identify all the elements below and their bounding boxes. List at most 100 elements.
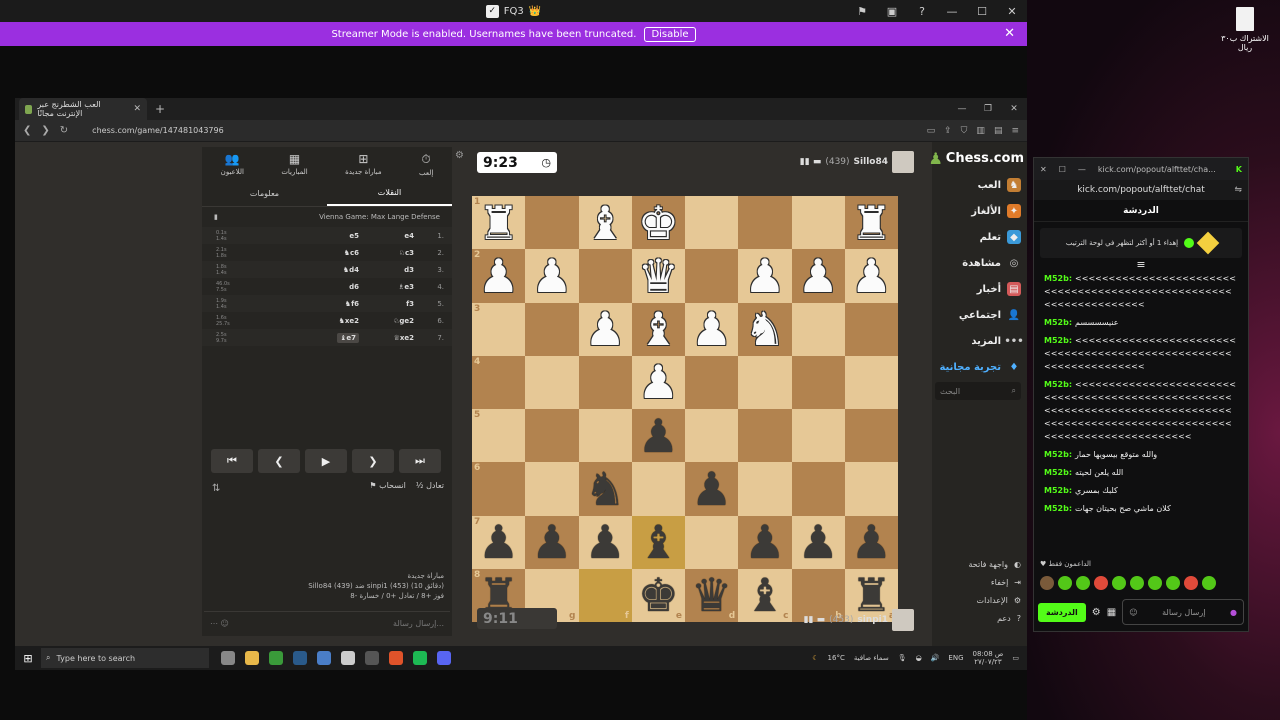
volume-icon[interactable]: 🔊 xyxy=(931,654,940,662)
picture-icon[interactable]: ▣ xyxy=(877,0,907,22)
chat-username[interactable]: M52b: xyxy=(1044,468,1072,477)
draw-button[interactable]: ½ تعادل xyxy=(416,481,444,490)
emoji-icon[interactable]: ☺ xyxy=(1129,608,1137,617)
chat-username[interactable]: M52b: xyxy=(1044,504,1072,513)
white-pawn[interactable]: ♟ xyxy=(744,253,785,299)
white-pawn[interactable]: ♟ xyxy=(531,253,572,299)
white-king[interactable]: ♚ xyxy=(638,200,679,246)
flip-board-icon[interactable]: ⇅ xyxy=(212,483,220,494)
white-queen[interactable]: ♛ xyxy=(638,253,679,299)
board-square[interactable]: 5 xyxy=(472,409,526,463)
top-player[interactable]: ▮▮ ▬ (439) Sillo84 xyxy=(800,151,914,173)
desktop-file[interactable]: الاشتراك ب٣٠ ريال xyxy=(1220,7,1270,52)
app-icon[interactable] xyxy=(317,651,331,665)
chat-username[interactable]: M52b: xyxy=(1044,336,1072,345)
emote-icon[interactable] xyxy=(1130,576,1144,590)
board-square[interactable]: ♝ xyxy=(631,302,685,356)
wallet-icon[interactable]: ▤ xyxy=(994,126,1003,136)
minimize-button[interactable]: — xyxy=(937,0,967,22)
white-rook[interactable]: ♜ xyxy=(478,200,519,246)
white-move[interactable]: e4 xyxy=(404,232,414,240)
board-square[interactable]: ♛ xyxy=(631,249,685,303)
board-square[interactable]: ♟ xyxy=(685,462,739,516)
maximize-icon[interactable]: ☐ xyxy=(1059,165,1066,174)
board-square[interactable]: d ♛ xyxy=(685,568,739,622)
clock[interactable]: 08:08 ص ٢٧/٠٧/٢٣ xyxy=(973,650,1004,666)
emote-icon[interactable] xyxy=(1076,576,1090,590)
board-square[interactable] xyxy=(578,409,632,463)
tab-info[interactable]: معلومات xyxy=(202,181,327,206)
maximize-button[interactable]: ☐ xyxy=(967,0,997,22)
board-square[interactable]: 2 ♟ xyxy=(472,249,526,303)
share-icon[interactable]: ⇪ xyxy=(944,126,952,136)
taskbar-search[interactable]: ⌕ Type here to search xyxy=(41,648,209,668)
help-icon[interactable]: ? xyxy=(907,0,937,22)
browser-minimize-button[interactable]: — xyxy=(949,104,975,114)
tab-moves[interactable]: النقلات xyxy=(327,181,452,206)
game-chat-input[interactable]: ⋯ ☺ إرسال رسالة... xyxy=(204,611,450,635)
new-tab-button[interactable]: + xyxy=(155,102,165,116)
board-square[interactable] xyxy=(525,302,579,356)
pinned-gift-banner[interactable]: إهداء 1 أو أكثر لتظهر في لوحة الترتيب xyxy=(1040,228,1242,258)
flag-icon[interactable]: ⚑ xyxy=(847,0,877,22)
gift-icon[interactable]: ▦ xyxy=(1107,607,1116,618)
steam-icon[interactable] xyxy=(293,651,307,665)
emote-icon[interactable] xyxy=(1112,576,1126,590)
chess-board[interactable]: 1♜♝♚♜2♟♟♛♟♟♟3♟♝♟♞4♟5♟6♞♟7♟♟♟♝♟♟♟8h♜gfe♚d… xyxy=(472,196,898,622)
black-pawn[interactable]: ♟ xyxy=(531,519,572,565)
nav-play[interactable]: العب ♞ xyxy=(978,178,1021,192)
task-view-icon[interactable] xyxy=(221,651,235,665)
black-bishop[interactable]: ♝ xyxy=(744,572,785,618)
emote-icon[interactable] xyxy=(1184,576,1198,590)
board-square[interactable] xyxy=(791,462,845,516)
black-move[interactable]: ♞d4 xyxy=(343,266,359,274)
board-square[interactable] xyxy=(844,302,898,356)
black-pawn[interactable]: ♟ xyxy=(638,413,679,459)
white-pawn[interactable]: ♟ xyxy=(851,253,892,299)
network-icon[interactable]: ◒ xyxy=(916,654,922,662)
white-rook[interactable]: ♜ xyxy=(851,200,892,246)
brave-shield-icon[interactable]: ⛉ xyxy=(961,126,968,136)
reload-icon[interactable]: ↻ xyxy=(60,125,68,136)
board-square[interactable] xyxy=(738,196,792,250)
emote-icon[interactable] xyxy=(1094,576,1108,590)
windows-start-icon[interactable]: ⊞ xyxy=(15,652,41,665)
nav-settings[interactable]: الإعدادات ⚙ xyxy=(977,596,1021,605)
discord-icon[interactable] xyxy=(437,651,451,665)
more-icon[interactable]: ⋯ ☺ xyxy=(210,619,229,628)
spotify-icon[interactable] xyxy=(413,651,427,665)
board-square[interactable]: 6 xyxy=(472,462,526,516)
minimize-icon[interactable]: — xyxy=(1078,165,1086,174)
tab-play[interactable]: ⏱ إلعب xyxy=(419,152,433,177)
board-square[interactable] xyxy=(578,355,632,409)
board-square[interactable]: ♟ xyxy=(685,302,739,356)
nav-news[interactable]: أخبار ▤ xyxy=(977,282,1021,296)
gear-icon[interactable]: ⚙ xyxy=(1092,607,1101,618)
board-square[interactable] xyxy=(791,196,845,250)
board-square[interactable]: ♞ xyxy=(578,462,632,516)
black-bishop[interactable]: ♝ xyxy=(638,519,679,565)
board-square[interactable] xyxy=(738,462,792,516)
board-square[interactable] xyxy=(685,249,739,303)
board-square[interactable]: ♟ xyxy=(844,515,898,569)
mic-icon[interactable]: ● xyxy=(1230,608,1237,617)
next-move-button[interactable]: ❯ xyxy=(352,449,394,473)
black-pawn[interactable]: ♟ xyxy=(691,466,732,512)
black-move[interactable]: ♞f6 xyxy=(345,300,359,308)
board-square[interactable]: ♟ xyxy=(525,249,579,303)
file-explorer-icon[interactable] xyxy=(245,651,259,665)
board-square[interactable]: c ♝ xyxy=(738,568,792,622)
settings-sliders-icon[interactable]: ⇋ xyxy=(1234,185,1242,195)
board-square[interactable] xyxy=(685,515,739,569)
board-square[interactable] xyxy=(631,462,685,516)
sidebar-icon[interactable]: ▥ xyxy=(976,126,985,136)
browser-maximize-button[interactable]: ❐ xyxy=(975,104,1001,114)
chat-username[interactable]: M52b: xyxy=(1044,450,1072,459)
mic-icon[interactable]: 🎙 xyxy=(898,654,907,662)
board-square[interactable] xyxy=(685,355,739,409)
white-move[interactable]: ♕xe2 xyxy=(394,334,414,342)
board-square[interactable]: e ♚ xyxy=(631,568,685,622)
store-icon[interactable] xyxy=(341,651,355,665)
board-square[interactable] xyxy=(844,355,898,409)
board-square[interactable] xyxy=(525,409,579,463)
